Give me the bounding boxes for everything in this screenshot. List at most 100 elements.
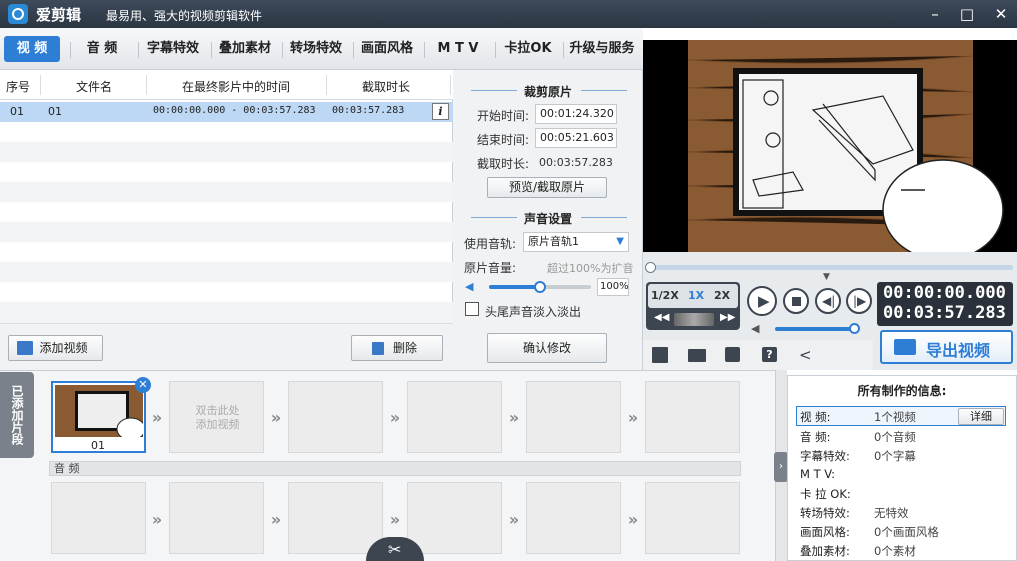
- audio-track-value: 原片音轨1: [528, 235, 579, 248]
- tab-overlay[interactable]: 叠加素材: [212, 36, 278, 62]
- audio-track-select[interactable]: 原片音轨1 ▼: [523, 232, 629, 252]
- player-volume-slider[interactable]: [775, 323, 860, 334]
- empty-clip-slot[interactable]: [288, 381, 383, 453]
- tab-video[interactable]: 视 频: [4, 36, 60, 62]
- stop-icon: [792, 297, 801, 306]
- info-label: 字幕特效:: [800, 449, 850, 463]
- tab-subtitle-effects[interactable]: 字幕特效: [140, 36, 206, 62]
- tab-style[interactable]: 画面风格: [354, 36, 420, 62]
- info-value: 0个音频: [874, 430, 916, 444]
- title-bar: 爱剪辑 最易用、强大的视频剪辑软件 – □ ✕: [0, 0, 1017, 28]
- prev-frame-icon: ◀|: [822, 294, 836, 308]
- empty-clip-slot[interactable]: [526, 381, 621, 453]
- col-index: 序号: [6, 80, 31, 94]
- end-time-field[interactable]: 00:05:21.603: [535, 128, 617, 148]
- audio-slot[interactable]: [645, 482, 740, 554]
- volume-value-field[interactable]: 100%: [597, 278, 629, 296]
- fast-forward-icon[interactable]: ▶▶: [720, 312, 735, 323]
- add-video-button[interactable]: 添加视频: [8, 335, 103, 361]
- remove-clip-icon[interactable]: ✕: [135, 377, 151, 393]
- tab-audio[interactable]: 音 频: [72, 36, 132, 62]
- prev-frame-button[interactable]: ◀|: [815, 288, 841, 314]
- new-project-icon[interactable]: [652, 347, 668, 363]
- delete-label: 删除: [392, 341, 417, 355]
- audio-slot[interactable]: [51, 482, 146, 554]
- volume-icon: ◀: [751, 322, 760, 335]
- maximize-button[interactable]: □: [956, 4, 978, 24]
- speed-control: 1/2X 1X 2X ◀◀ ▶▶: [646, 282, 740, 330]
- tab-karaoke[interactable]: 卡拉OK: [496, 36, 560, 62]
- row-index: 01: [10, 105, 24, 118]
- video-preview[interactable]: [643, 40, 1017, 252]
- collapse-panel-handle[interactable]: ›: [774, 452, 788, 482]
- progress-handle[interactable]: [645, 262, 656, 273]
- fade-checkbox[interactable]: [465, 302, 479, 316]
- play-button[interactable]: ▶: [747, 286, 777, 316]
- added-clips-tab[interactable]: 已添加片段: [0, 372, 34, 458]
- info-label: 叠加素材:: [800, 544, 850, 558]
- audio-slot[interactable]: [526, 482, 621, 554]
- add-video-slot[interactable]: 双击此处 添加视频: [169, 381, 264, 453]
- chevron-down-icon: ▼: [616, 236, 624, 247]
- info-icon[interactable]: i: [432, 103, 449, 120]
- audio-slot[interactable]: [407, 482, 502, 554]
- speed-1x[interactable]: 1X: [688, 289, 704, 302]
- playback-progress-bar[interactable]: [645, 262, 1013, 273]
- export-icon: [894, 339, 916, 355]
- rewind-icon[interactable]: ◀◀: [654, 312, 669, 323]
- tab-transition[interactable]: 转场特效: [283, 36, 349, 62]
- chevron-right-icon: »: [508, 408, 520, 427]
- audio-track-header: 音 频: [49, 461, 741, 476]
- volume-slider-handle[interactable]: [534, 281, 546, 293]
- player-volume-handle[interactable]: [849, 323, 860, 334]
- chevron-right-icon: »: [151, 408, 163, 427]
- export-label: 导出视频: [926, 341, 991, 360]
- clip-thumbnail-image: [55, 385, 143, 437]
- project-info-panel: 所有制作的信息: 详细 视 频: 1个视频 音 频: 0个音频 字幕特效: 0个…: [787, 375, 1017, 561]
- clip-thumbnail[interactable]: 01 ✕: [51, 377, 151, 453]
- share-icon[interactable]: <: [799, 346, 812, 364]
- player-controls: ▼ 1/2X 1X 2X ◀◀ ▶▶ ▶ ◀| |▶ 00:00:00.000 …: [643, 252, 1017, 370]
- delete-button[interactable]: 删除: [351, 335, 443, 361]
- sound-section-title: 声音设置: [523, 212, 572, 226]
- stop-button[interactable]: [783, 288, 809, 314]
- jog-wheel[interactable]: [674, 313, 714, 326]
- empty-clip-slot[interactable]: [645, 381, 740, 453]
- audio-slot[interactable]: [169, 482, 264, 554]
- help-icon[interactable]: ?: [762, 347, 777, 362]
- add-video-hint: 双击此处 添加视频: [195, 404, 240, 431]
- row-filename: 01: [48, 105, 62, 118]
- close-button[interactable]: ✕: [990, 4, 1012, 24]
- trim-section-title: 裁剪原片: [523, 85, 572, 99]
- minimize-button[interactable]: –: [924, 4, 946, 24]
- chevron-right-icon: »: [151, 510, 163, 529]
- col-timeline-time: 在最终影片中的时间: [182, 80, 291, 94]
- open-folder-icon[interactable]: [688, 349, 706, 362]
- export-video-button[interactable]: 导出视频: [880, 330, 1013, 364]
- volume-hint: 超过100%为扩音: [547, 262, 634, 275]
- preview-trim-button[interactable]: 预览/截取原片: [487, 177, 607, 198]
- chevron-right-icon: »: [389, 510, 401, 529]
- cut-duration-value: 00:03:57.283: [539, 156, 613, 169]
- volume-slider[interactable]: [489, 281, 591, 293]
- next-frame-button[interactable]: |▶: [846, 288, 872, 314]
- clip-label: 01: [91, 439, 105, 452]
- end-time-label: 结束时间:: [477, 133, 530, 147]
- table-row[interactable]: 01 01 00:00:00.000 - 00:03:57.283 00:03:…: [0, 102, 453, 122]
- tab-upgrade[interactable]: 升级与服务: [564, 36, 640, 62]
- info-label: 音 频:: [800, 430, 831, 444]
- confirm-button[interactable]: 确认修改: [487, 333, 607, 363]
- start-time-label: 开始时间:: [477, 109, 530, 123]
- chevron-down-icon: ▼: [823, 272, 830, 282]
- save-icon[interactable]: [725, 347, 740, 362]
- start-time-field[interactable]: 00:01:24.320: [535, 104, 617, 124]
- audio-slot[interactable]: [288, 482, 383, 554]
- speed-half[interactable]: 1/2X: [651, 289, 679, 302]
- empty-clip-slot[interactable]: [407, 381, 502, 453]
- film-add-icon: [17, 341, 33, 355]
- main-tab-bar: 视 频 音 频 字幕特效 叠加素材 转场特效 画面风格 M T V 卡拉OK 升…: [0, 28, 643, 70]
- details-button[interactable]: 详细: [958, 408, 1004, 425]
- chevron-right-icon: »: [270, 510, 282, 529]
- speed-2x[interactable]: 2X: [714, 289, 730, 302]
- tab-mtv[interactable]: M T V: [425, 36, 491, 62]
